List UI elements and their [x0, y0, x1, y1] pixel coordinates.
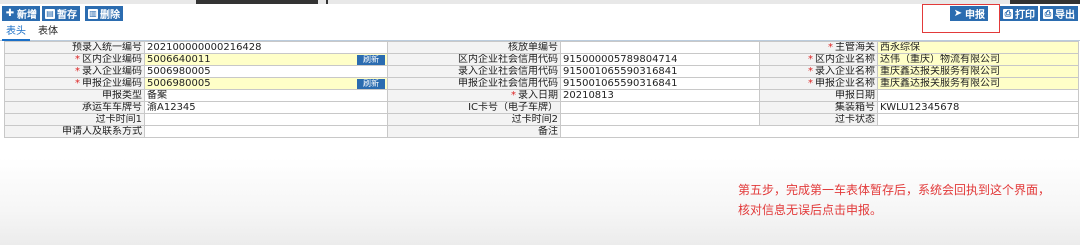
- field-label: * 区内企业名称: [759, 53, 878, 66]
- form-row: 申请人及联系方式 备注: [4, 125, 1079, 138]
- printer-icon: ⎙: [1043, 8, 1053, 19]
- refresh-button[interactable]: 刷新: [357, 55, 385, 65]
- form-row: 承运车车牌号 渝A12345 IC卡号（电子车牌） 集装箱号 KWLU12345…: [4, 101, 1079, 114]
- field-label: 申报企业社会信用代码: [387, 77, 561, 90]
- field-label: IC卡号（电子车牌）: [387, 101, 561, 114]
- tab-bar: 表头 表体: [0, 24, 1080, 41]
- declare-date-field[interactable]: [877, 89, 1079, 102]
- field-label: 录入企业社会信用代码: [387, 65, 561, 78]
- field-label: * 区内企业编码: [4, 53, 145, 66]
- tab-header[interactable]: 表头: [2, 25, 30, 41]
- form-row: 预录入统一编号 202100000000216428 核放单编号 * 主管海关 西…: [4, 41, 1079, 54]
- plate-no-field[interactable]: 渝A12345: [144, 101, 388, 114]
- save-icon: ▤: [45, 8, 55, 19]
- declare-company-credit-field[interactable]: 915001065590316841: [560, 77, 760, 90]
- form-row: 申报类型 备案 * 录入日期 20210813 申报日期: [4, 89, 1079, 102]
- preentry-no-field[interactable]: 202100000000216428: [144, 41, 388, 54]
- printer-icon: ⎙: [1003, 8, 1013, 19]
- export-button[interactable]: ⎙ 导出: [1040, 6, 1078, 21]
- ic-card-field[interactable]: [560, 101, 760, 114]
- field-label: 核放单编号: [387, 41, 561, 54]
- delete-button[interactable]: ▥ 删除: [85, 6, 123, 21]
- field-label: 过卡状态: [759, 113, 878, 126]
- release-no-field[interactable]: [560, 41, 760, 54]
- pass-time-2-field[interactable]: [560, 113, 760, 126]
- refresh-button[interactable]: 刷新: [357, 79, 385, 89]
- field-label: * 录入企业编码: [4, 65, 145, 78]
- form-row: 过卡时间1 过卡时间2 过卡状态: [4, 113, 1079, 126]
- add-button[interactable]: ✚ 新增: [2, 6, 40, 21]
- declare-company-name-field[interactable]: 重庆鑫达报关服务有限公司: [877, 77, 1079, 90]
- field-label: 备注: [387, 125, 561, 138]
- zone-company-code-field[interactable]: 5006640011 刷新: [144, 53, 388, 66]
- field-label: * 申报企业名称: [759, 77, 878, 90]
- field-label: 申请人及联系方式: [4, 125, 145, 138]
- toolbar: ✚ 新增 ▤ 暂存 ▥ 删除 ➤ 申报 ⎙ 打印 ⎙ 导出: [0, 4, 1080, 22]
- form-row: * 录入企业编码 5006980005 录入企业社会信用代码 9150010655…: [4, 65, 1079, 78]
- field-label: 集装箱号: [759, 101, 878, 114]
- form-row: * 申报企业编码 5006980005 刷新 申报企业社会信用代码 91500106…: [4, 77, 1079, 90]
- zone-company-name-field[interactable]: 达伟（重庆）物流有限公司: [877, 53, 1079, 66]
- declare-company-code-field[interactable]: 5006980005 刷新: [144, 77, 388, 90]
- applicant-contact-field[interactable]: [144, 125, 388, 138]
- annotation-note: 第五步，完成第一车表体暂存后，系统会回执到这个界面，核对信息无误后点击申报。: [738, 183, 1051, 217]
- field-label: * 主管海关: [759, 41, 878, 54]
- print-button[interactable]: ⎙ 打印: [1000, 6, 1038, 21]
- entry-company-code-field[interactable]: 5006980005: [144, 65, 388, 78]
- pass-status-field[interactable]: [877, 113, 1079, 126]
- save-draft-button[interactable]: ▤ 暂存: [42, 6, 80, 21]
- tab-body[interactable]: 表体: [34, 25, 62, 39]
- declaration-form: 预录入统一编号 202100000000216428 核放单编号 * 主管海关 西…: [4, 41, 1079, 138]
- customs-field[interactable]: 西永综保: [877, 41, 1079, 54]
- form-row: * 区内企业编码 5006640011 刷新 区内企业社会信用代码 91500000…: [4, 53, 1079, 66]
- entry-company-credit-field[interactable]: 915001065590316841: [560, 65, 760, 78]
- field-label: 预录入统一编号: [4, 41, 145, 54]
- container-no-field[interactable]: KWLU12345678: [877, 101, 1079, 114]
- field-label: 过卡时间2: [387, 113, 561, 126]
- field-label: 申报类型: [4, 89, 145, 102]
- trash-icon: ▥: [88, 8, 98, 19]
- remarks-field[interactable]: [560, 125, 1079, 138]
- field-label: 区内企业社会信用代码: [387, 53, 561, 66]
- field-label: 申报日期: [759, 89, 878, 102]
- field-label: * 录入日期: [387, 89, 561, 102]
- entry-date-field[interactable]: 20210813: [560, 89, 760, 102]
- declare-type-field[interactable]: 备案: [144, 89, 388, 102]
- field-label: * 申报企业编码: [4, 77, 145, 90]
- pass-time-1-field[interactable]: [144, 113, 388, 126]
- field-label: 过卡时间1: [4, 113, 145, 126]
- field-label: 承运车车牌号: [4, 101, 145, 114]
- entry-company-name-field[interactable]: 重庆鑫达报关服务有限公司: [877, 65, 1079, 78]
- field-label: * 录入企业名称: [759, 65, 878, 78]
- plus-icon: ✚: [5, 7, 15, 19]
- zone-company-credit-field[interactable]: 915000005789804714: [560, 53, 760, 66]
